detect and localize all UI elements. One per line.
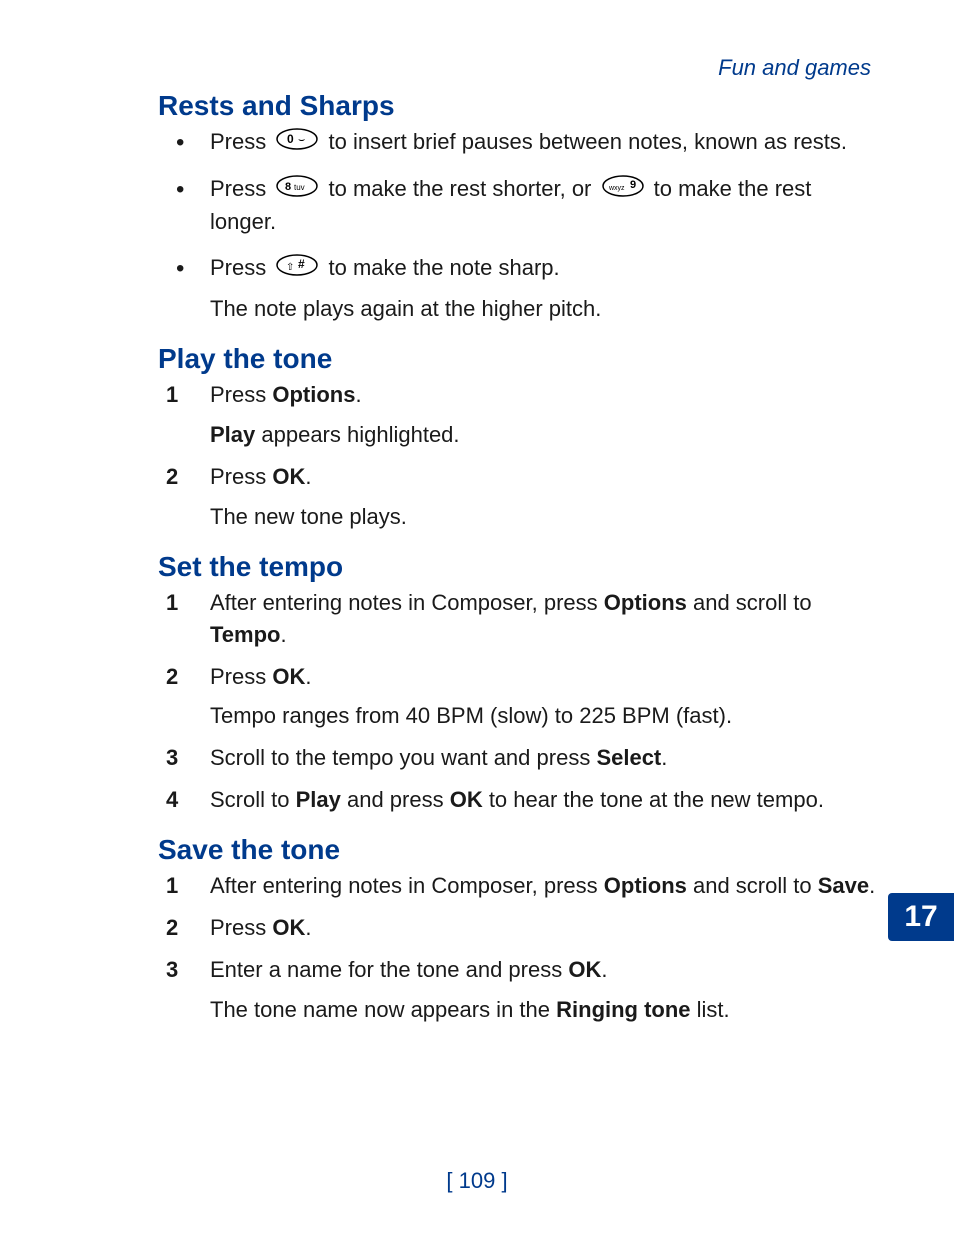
heading-set-tempo: Set the tempo [158, 551, 878, 583]
sub-note: The new tone plays. [210, 501, 878, 533]
key-0-icon: 0⌣ [276, 127, 318, 159]
key-hash-icon: ⇧# [276, 253, 318, 285]
step-number: 2 [166, 461, 178, 493]
list-item: 2 Press OK. [158, 912, 878, 944]
list-item: Press ⇧# to make the note sharp. The not… [158, 252, 878, 325]
list-item: 2 Press OK. The new tone plays. [158, 461, 878, 533]
play-list: 1 Press Options. Play appears highlighte… [158, 379, 878, 533]
svg-text:⇧: ⇧ [286, 262, 294, 273]
list-item: Press 0⌣ to insert brief pauses between … [158, 126, 878, 159]
svg-text:#: # [298, 257, 305, 271]
save-list: 1 After entering notes in Composer, pres… [158, 870, 878, 1026]
heading-play-tone: Play the tone [158, 343, 878, 375]
sub-note: The note plays again at the higher pitch… [210, 293, 878, 325]
step-number: 1 [166, 587, 178, 619]
step-number: 2 [166, 661, 178, 693]
heading-rests-sharps: Rests and Sharps [158, 90, 878, 122]
svg-text:tuv: tuv [294, 183, 305, 192]
key-8-icon: 8tuv [276, 174, 318, 206]
sub-note: Tempo ranges from 40 BPM (slow) to 225 B… [210, 700, 878, 732]
chapter-header: Fun and games [718, 55, 871, 81]
list-item: Press 8tuv to make the rest shorter, or … [158, 173, 878, 238]
svg-text:8: 8 [285, 181, 291, 193]
list-item: 1 After entering notes in Composer, pres… [158, 587, 878, 651]
list-item: 4 Scroll to Play and press OK to hear th… [158, 784, 878, 816]
heading-save-tone: Save the tone [158, 834, 878, 866]
sub-note: The tone name now appears in the Ringing… [210, 994, 878, 1026]
list-item: 3 Scroll to the tempo you want and press… [158, 742, 878, 774]
svg-text:0: 0 [287, 132, 294, 146]
step-number: 1 [166, 379, 178, 411]
chapter-tab: 17 [888, 893, 954, 941]
list-item: 3 Enter a name for the tone and press OK… [158, 954, 878, 1026]
list-item: 2 Press OK. Tempo ranges from 40 BPM (sl… [158, 661, 878, 733]
page-number: [ 109 ] [0, 1168, 954, 1194]
step-number: 2 [166, 912, 178, 944]
tempo-list: 1 After entering notes in Composer, pres… [158, 587, 878, 816]
key-9-icon: wxyz 9 [602, 174, 644, 206]
list-item: 1 After entering notes in Composer, pres… [158, 870, 878, 902]
svg-text:wxyz: wxyz [608, 185, 625, 192]
sub-note: Play appears highlighted. [210, 419, 878, 451]
rests-list: Press 0⌣ to insert brief pauses between … [158, 126, 878, 325]
page-content: Rests and Sharps Press 0⌣ to insert brie… [158, 90, 878, 1036]
step-number: 1 [166, 870, 178, 902]
step-number: 3 [166, 954, 178, 986]
step-number: 3 [166, 742, 178, 774]
list-item: 1 Press Options. Play appears highlighte… [158, 379, 878, 451]
svg-text:9: 9 [630, 179, 636, 191]
svg-text:⌣: ⌣ [298, 134, 305, 146]
step-number: 4 [166, 784, 178, 816]
